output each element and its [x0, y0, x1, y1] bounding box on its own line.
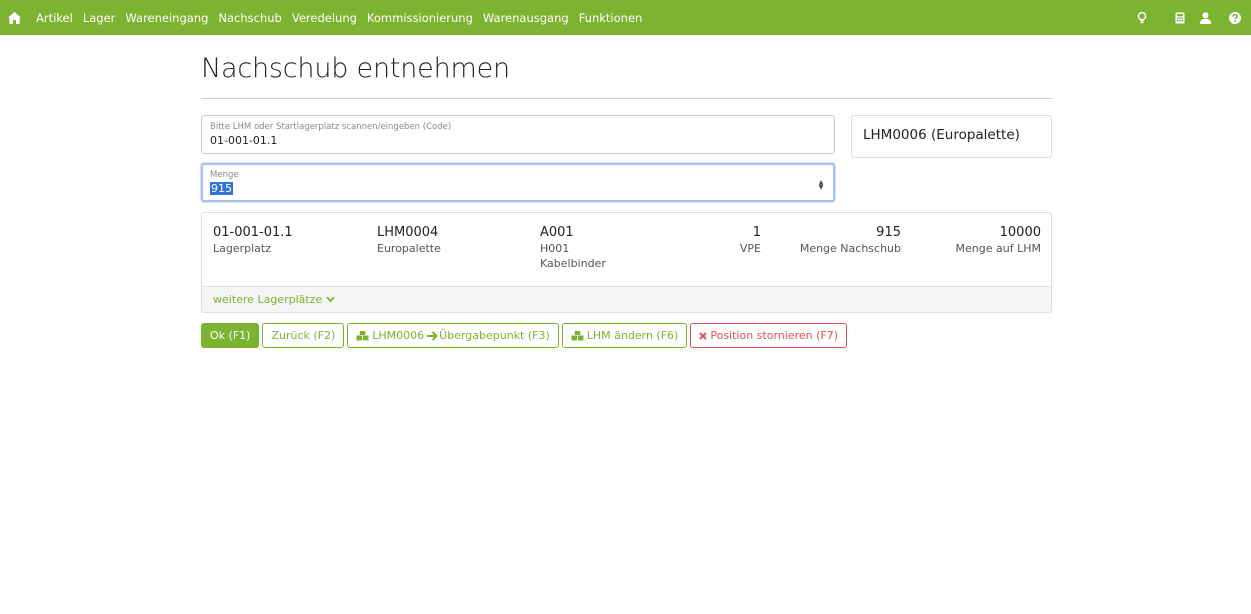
cancel-position-button[interactable]: Position stornieren (F7): [690, 323, 847, 348]
target-lhm-text: LHM0006 (Europalette): [863, 127, 1020, 143]
lhm-qty-cell: 10000 Menge auf LHM: [956, 225, 1041, 256]
menu-item-veredelung[interactable]: Veredelung: [287, 11, 362, 25]
cubes-icon: [571, 330, 584, 340]
vpe-cell: 1 VPE: [740, 225, 761, 256]
menu-item-lager[interactable]: Lager: [78, 11, 121, 25]
more-locations-label[interactable]: weitere Lagerplätze: [213, 293, 322, 306]
menu-item-warenausgang[interactable]: Warenausgang: [478, 11, 574, 25]
close-icon: [699, 331, 708, 340]
menu-item-artikel[interactable]: Artikel: [31, 11, 78, 25]
quantity-field-value[interactable]: 915: [210, 182, 826, 195]
article-number: A001: [540, 225, 574, 240]
chevron-down-icon[interactable]: [326, 293, 335, 306]
lhm-cell: LHM0004 Europalette: [377, 225, 441, 256]
lhm-qty-label: Menge auf LHM: [955, 242, 1041, 255]
main-menu: Artikel Lager Wareneingang Nachschub Ver…: [31, 11, 647, 25]
menu-item-funktionen[interactable]: Funktionen: [574, 11, 648, 25]
replenish-qty-cell: 915 Menge Nachschub: [800, 225, 901, 256]
change-lhm-button[interactable]: LHM ändern (F6): [561, 323, 688, 348]
vpe-label: VPE: [739, 242, 761, 255]
calculator-icon[interactable]: [1172, 10, 1188, 26]
menu-item-wareneingang[interactable]: Wareneingang: [120, 11, 213, 25]
arrow-right-icon: [427, 330, 439, 341]
navbar-right: [1134, 10, 1243, 26]
menu-item-kommissionierung[interactable]: Kommissionierung: [362, 11, 478, 25]
lhm-code: LHM0004: [377, 225, 439, 240]
ok-button[interactable]: Ok (F1): [201, 323, 260, 348]
article-name: Kabelbinder: [540, 257, 606, 270]
home-icon[interactable]: [8, 11, 22, 25]
article-code: H001: [540, 242, 570, 255]
user-icon[interactable]: [1197, 10, 1213, 26]
scan-field-value[interactable]: 01-001-01.1: [210, 134, 826, 147]
replenish-qty-value: 915: [876, 225, 901, 240]
article-cell: A001 H001 Kabelbinder: [540, 225, 606, 271]
back-button[interactable]: Zurück (F2): [262, 323, 345, 348]
transfer-from-label: LHM0006: [372, 329, 425, 342]
location-code: 01-001-01.1: [213, 225, 293, 240]
position-row: 01-001-01.1 Lagerplatz LHM0004 Europalet…: [202, 213, 1051, 286]
change-lhm-label: LHM ändern (F6): [586, 329, 679, 342]
quantity-selected-text[interactable]: 915: [210, 182, 233, 195]
more-locations-toggle[interactable]: weitere Lagerplätze: [202, 286, 1051, 312]
scan-field[interactable]: Bitte LHM oder Startlagerplatz scannen/e…: [201, 115, 835, 154]
transfer-to-label: Übergabepunkt (F3): [439, 329, 550, 342]
help-icon[interactable]: [1227, 10, 1243, 26]
transfer-button[interactable]: LHM0006 Übergabepunkt (F3): [347, 323, 559, 348]
location-cell: 01-001-01.1 Lagerplatz: [213, 225, 293, 256]
lhm-qty-value: 10000: [999, 225, 1041, 240]
quantity-stepper-icon[interactable]: ▲ ▼: [817, 180, 825, 191]
title-divider: [201, 98, 1052, 99]
action-buttons: Ok (F1) Zurück (F2) LHM0006 Übergabepunk…: [201, 323, 847, 348]
menu-item-nachschub[interactable]: Nachschub: [213, 11, 286, 25]
position-card: 01-001-01.1 Lagerplatz LHM0004 Europalet…: [201, 212, 1052, 313]
cubes-icon: [356, 330, 369, 340]
target-lhm-box: LHM0006 (Europalette): [851, 115, 1052, 158]
scan-field-label: Bitte LHM oder Startlagerplatz scannen/e…: [210, 122, 452, 132]
location-label: Lagerplatz: [213, 242, 272, 255]
cancel-position-label: Position stornieren (F7): [710, 329, 838, 342]
top-navbar: Artikel Lager Wareneingang Nachschub Ver…: [0, 0, 1251, 35]
quantity-field-label: Menge: [210, 170, 239, 180]
replenish-qty-label: Menge Nachschub: [799, 242, 901, 255]
page-title: Nachschub entnehmen: [201, 53, 510, 84]
lightbulb-icon[interactable]: [1134, 10, 1150, 26]
content: Nachschub entnehmen Bitte LHM oder Start…: [201, 35, 1052, 348]
lhm-type: Europalette: [377, 242, 441, 255]
quantity-field[interactable]: Menge 915 ▲ ▼: [201, 163, 835, 202]
vpe-value: 1: [752, 225, 761, 240]
